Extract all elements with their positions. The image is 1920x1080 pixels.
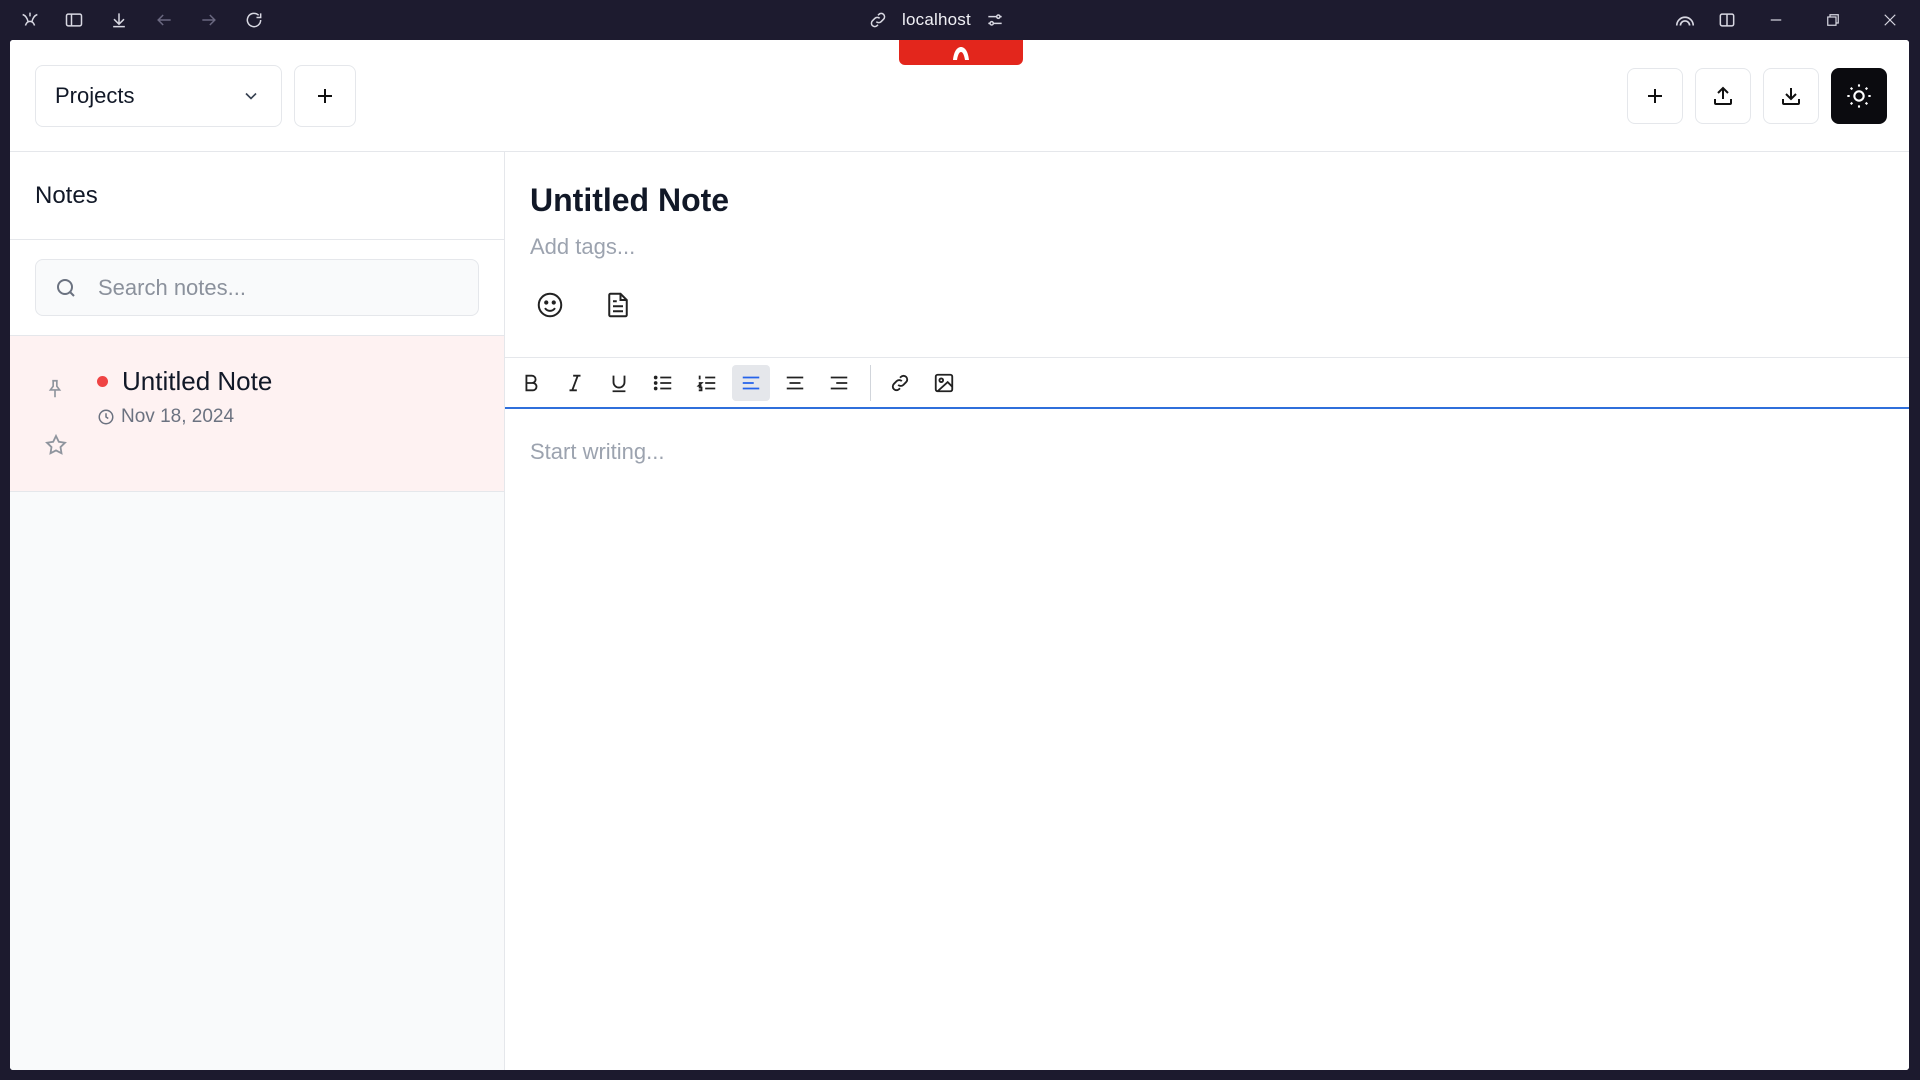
url-text[interactable]: localhost	[902, 10, 971, 30]
browser-logo-icon[interactable]	[18, 8, 42, 32]
download-icon[interactable]	[107, 8, 131, 32]
sidebar-toggle-icon[interactable]	[62, 8, 86, 32]
bold-button[interactable]	[512, 365, 550, 401]
dev-logo-icon	[951, 45, 971, 61]
pin-icon[interactable]	[44, 377, 66, 401]
star-icon[interactable]	[44, 433, 68, 457]
bold-icon	[520, 372, 542, 394]
emoji-icon[interactable]	[533, 288, 567, 322]
align-center-button[interactable]	[776, 365, 814, 401]
download-icon	[1779, 84, 1803, 108]
address-bar[interactable]: localhost	[868, 8, 1005, 32]
underline-icon	[608, 372, 630, 394]
align-right-button[interactable]	[820, 365, 858, 401]
align-left-button[interactable]	[732, 364, 770, 401]
link-icon	[868, 10, 888, 30]
theme-toggle-button[interactable]	[1831, 68, 1887, 124]
toolbar-divider	[870, 364, 871, 401]
search-container	[10, 240, 504, 336]
bullet-list-button[interactable]	[644, 365, 682, 401]
close-window-icon[interactable]	[1878, 8, 1902, 32]
plus-icon	[1643, 84, 1667, 108]
add-project-button[interactable]	[294, 65, 356, 127]
ordered-list-icon	[696, 372, 718, 394]
note-title-input[interactable]: Untitled Note	[530, 182, 729, 219]
plus-icon	[313, 84, 337, 108]
status-dot	[97, 376, 108, 387]
bullet-list-icon	[652, 372, 674, 394]
link-button[interactable]	[881, 365, 919, 401]
project-select[interactable]: Projects	[35, 65, 282, 127]
reload-icon[interactable]	[242, 8, 266, 32]
search-box[interactable]	[35, 259, 479, 316]
browser-titlebar: localhost	[0, 0, 1920, 40]
forward-icon[interactable]	[197, 8, 221, 32]
restore-icon[interactable]	[1821, 8, 1845, 32]
image-button[interactable]	[925, 365, 963, 401]
align-center-icon	[784, 372, 806, 394]
site-settings-icon[interactable]	[985, 10, 1005, 30]
back-icon[interactable]	[152, 8, 176, 32]
app-window: Projects Notes Search notes... Untitled …	[10, 40, 1909, 1070]
italic-icon	[564, 372, 586, 394]
align-left-icon	[740, 372, 762, 394]
dev-badge[interactable]	[899, 40, 1023, 65]
document-icon[interactable]	[601, 288, 635, 322]
import-button[interactable]	[1763, 68, 1819, 124]
ordered-list-button[interactable]	[688, 365, 726, 401]
minimize-icon[interactable]	[1764, 8, 1788, 32]
underline-button[interactable]	[600, 365, 638, 401]
search-icon	[54, 276, 78, 300]
sun-icon	[1845, 82, 1873, 110]
image-icon	[933, 372, 955, 394]
search-input[interactable]	[98, 274, 428, 301]
split-view-icon[interactable]	[1715, 8, 1739, 32]
clock-icon	[97, 408, 115, 426]
editor-body[interactable]: Start writing...	[530, 439, 664, 465]
note-editor: Untitled Note Add tags... Start writing.…	[505, 152, 1909, 1070]
align-right-icon	[828, 372, 850, 394]
note-list-item[interactable]: Untitled Note Nov 18, 2024	[10, 336, 504, 492]
tags-input[interactable]: Add tags...	[530, 234, 635, 260]
note-date: Nov 18, 2024	[97, 406, 234, 428]
note-date-text: Nov 18, 2024	[121, 406, 235, 427]
chevron-down-icon	[241, 86, 261, 106]
sidebar-title: Notes	[10, 152, 504, 240]
formatting-toolbar	[505, 357, 1909, 409]
italic-button[interactable]	[556, 365, 594, 401]
note-title: Untitled Note	[122, 366, 273, 396]
upload-icon	[1711, 84, 1735, 108]
export-button[interactable]	[1695, 68, 1751, 124]
new-note-button[interactable]	[1627, 68, 1683, 124]
project-select-label: Projects	[55, 83, 135, 108]
profile-icon[interactable]	[1673, 8, 1697, 32]
link-icon	[889, 372, 911, 394]
notes-sidebar: Notes Untitled Note Nov 18, 20	[10, 152, 505, 1070]
